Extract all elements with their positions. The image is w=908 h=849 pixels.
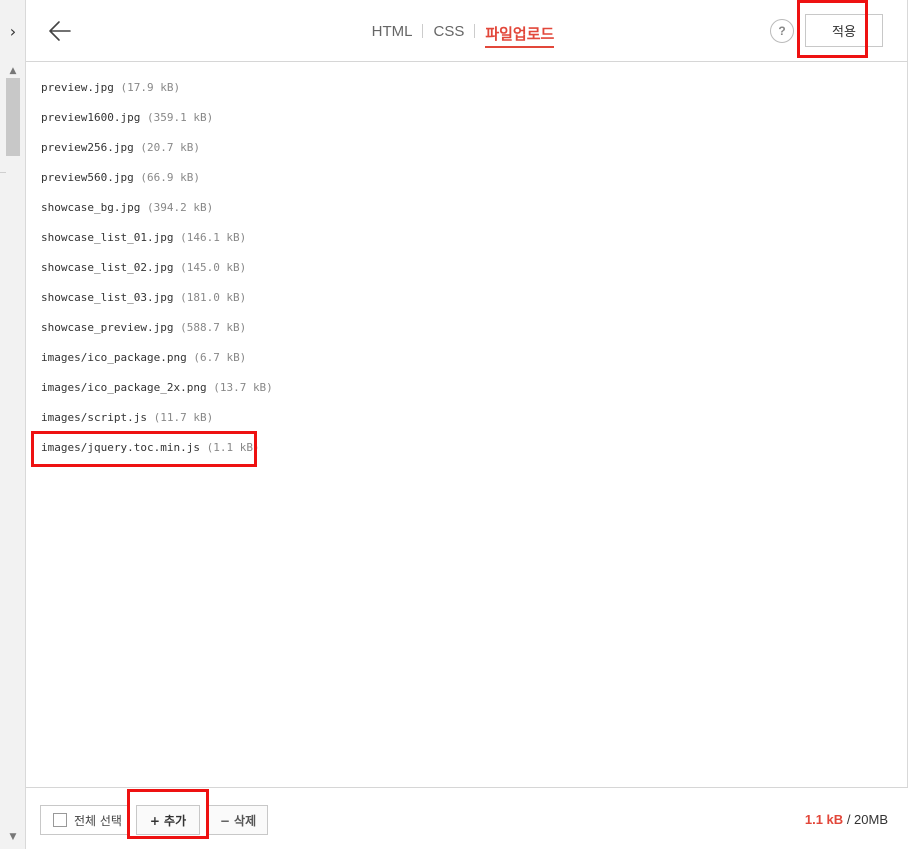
- help-icon[interactable]: ?: [770, 19, 794, 43]
- panel-header: HTML CSS 파일업로드 ? 적용: [26, 0, 908, 62]
- file-size: (66.9 kB): [140, 171, 200, 184]
- file-name: showcase_bg.jpg: [41, 201, 141, 214]
- file-name: preview.jpg: [41, 81, 114, 94]
- file-list-item[interactable]: images/jquery.toc.min.js (1.1 kB): [41, 438, 260, 458]
- file-size: (145.0 kB): [180, 261, 247, 274]
- file-name: preview560.jpg: [41, 171, 134, 184]
- file-size: (588.7 kB): [180, 321, 247, 334]
- file-size: (6.7 kB): [193, 351, 247, 364]
- checkbox-icon[interactable]: [53, 813, 67, 827]
- file-upload-panel: HTML CSS 파일업로드 ? 적용 preview.jpg (17.9 kB…: [26, 0, 908, 849]
- tab-css[interactable]: CSS: [433, 19, 464, 44]
- file-list-item[interactable]: showcase_preview.jpg (588.7 kB): [41, 318, 246, 338]
- file-size: (359.1 kB): [146, 111, 214, 124]
- file-list-item[interactable]: showcase_list_03.jpg (181.0 kB): [41, 288, 246, 308]
- file-name: preview1600.jpg: [41, 111, 141, 124]
- storage-usage: 1.1 kB / 20MB: [805, 812, 888, 827]
- divider: [0, 172, 6, 173]
- file-name: showcase_list_02.jpg: [41, 261, 174, 274]
- apply-button[interactable]: 적용: [805, 14, 883, 47]
- file-size: (1.1 kB): [206, 441, 260, 454]
- scroll-up-arrow-icon[interactable]: ▲: [6, 66, 20, 76]
- file-size: (11.7 kB): [153, 411, 214, 424]
- file-name: showcase_list_01.jpg: [41, 231, 174, 244]
- tab-html[interactable]: HTML: [372, 19, 413, 44]
- file-name: images/script.js: [41, 411, 147, 424]
- tab-separator: [422, 24, 424, 38]
- file-size: (394.2 kB): [146, 201, 214, 214]
- file-list-item[interactable]: showcase_list_02.jpg (145.0 kB): [41, 258, 246, 278]
- tab-file-upload[interactable]: 파일업로드: [485, 19, 555, 48]
- file-name: images/ico_package_2x.png: [41, 381, 207, 394]
- file-list-item[interactable]: images/ico_package.png (6.7 kB): [41, 348, 246, 368]
- file-list-item[interactable]: preview256.jpg (20.7 kB): [41, 138, 200, 158]
- file-list-item[interactable]: showcase_bg.jpg (394.2 kB): [41, 198, 213, 218]
- file-list-item[interactable]: images/script.js (11.7 kB): [41, 408, 213, 428]
- select-all-label: 전체 선택: [74, 813, 122, 828]
- file-name: showcase_preview.jpg: [41, 321, 174, 334]
- file-list-item[interactable]: preview560.jpg (66.9 kB): [41, 168, 200, 188]
- select-all-checkbox[interactable]: 전체 선택: [40, 805, 128, 835]
- scroll-down-arrow-icon[interactable]: ▼: [6, 832, 20, 842]
- file-size: (20.7 kB): [140, 141, 200, 154]
- chevron-right-icon[interactable]: ›: [0, 0, 26, 62]
- file-name: images/jquery.toc.min.js: [41, 441, 200, 454]
- add-file-button[interactable]: + 추가: [136, 805, 200, 835]
- file-list-item[interactable]: preview.jpg (17.9 kB): [41, 78, 180, 98]
- panel-footer: 전체 선택 + 추가 − 삭제 1.1 kB / 20MB: [26, 787, 908, 849]
- file-list: preview.jpg (17.9 kB) preview1600.jpg (35…: [26, 62, 908, 787]
- arrow-left-icon[interactable]: [46, 17, 74, 45]
- storage-total: / 20MB: [846, 812, 888, 827]
- file-name: preview256.jpg: [41, 141, 134, 154]
- file-size: (13.7 kB): [213, 381, 273, 394]
- scrollbar-thumb[interactable]: [6, 78, 20, 156]
- file-list-item[interactable]: images/ico_package_2x.png (13.7 kB): [41, 378, 273, 398]
- file-size: (17.9 kB): [120, 81, 181, 94]
- delete-file-button[interactable]: − 삭제: [208, 805, 268, 835]
- file-list-item[interactable]: showcase_list_01.jpg (146.1 kB): [41, 228, 246, 248]
- tab-separator: [474, 24, 476, 38]
- file-size: (181.0 kB): [180, 291, 247, 304]
- file-name: images/ico_package.png: [41, 351, 187, 364]
- file-size: (146.1 kB): [180, 231, 247, 244]
- file-list-item[interactable]: preview1600.jpg (359.1 kB): [41, 108, 213, 128]
- left-strip: › ▲ ▼: [0, 0, 26, 849]
- file-name: showcase_list_03.jpg: [41, 291, 174, 304]
- storage-used: 1.1 kB: [804, 812, 844, 827]
